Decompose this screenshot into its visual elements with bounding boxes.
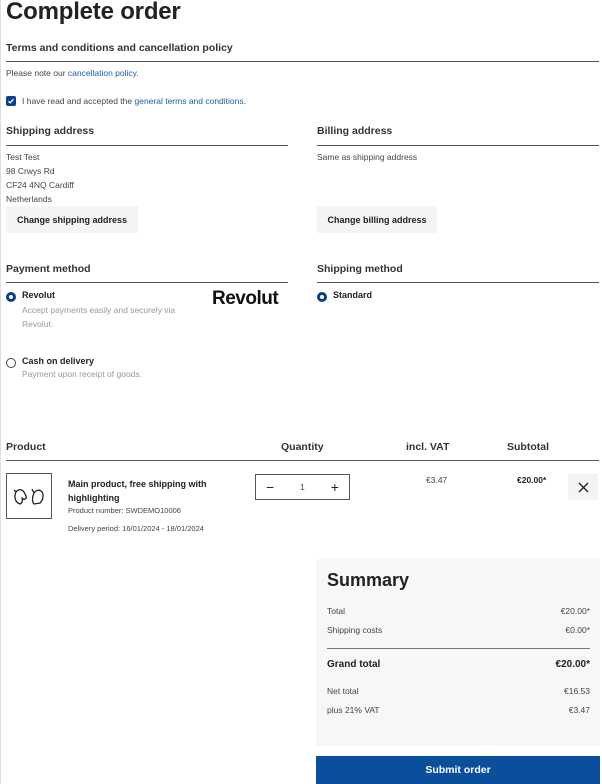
item-subtotal: €20.00* <box>517 475 547 485</box>
payment-method-rule <box>6 282 288 283</box>
shipping-address-line: CF24 4NQ Cardiff <box>6 180 74 190</box>
shipping-address-rule <box>6 145 288 146</box>
payment-option-label: Cash on delivery <box>22 356 95 366</box>
payment-option-label: Revolut <box>22 290 56 300</box>
close-icon <box>578 482 588 492</box>
billing-address-rule <box>317 145 599 146</box>
item-vat: €3.47 <box>426 475 448 485</box>
summary-grand-label: Grand total <box>327 659 381 670</box>
decrease-quantity-button[interactable]: − <box>266 479 274 495</box>
shipping-method-heading: Shipping method <box>317 263 403 275</box>
cart-header-rule <box>6 460 599 461</box>
product-number: Product number: SWDEMO10006 <box>68 506 181 515</box>
submit-order-button[interactable]: Submit order <box>316 756 600 784</box>
shipping-address-line: Test Test <box>6 152 40 162</box>
remove-item-button[interactable] <box>568 474 598 500</box>
shipping-option-label: Standard <box>333 290 373 300</box>
shipping-address-line: 98 Crwys Rd <box>6 166 55 176</box>
cart-header-quantity: Quantity <box>281 441 324 453</box>
summary-total-value: €20.00* <box>560 606 590 616</box>
terms-heading: Terms and conditions and cancellation po… <box>6 42 233 54</box>
billing-address-line: Same as shipping address <box>317 152 418 162</box>
cart-header-vat: incl. VAT <box>406 441 450 453</box>
summary-heading: Summary <box>327 570 410 590</box>
page-left-border <box>0 0 1 784</box>
payment-radio-cod[interactable] <box>6 358 16 368</box>
page-title: Complete order <box>6 0 181 25</box>
quantity-stepper[interactable]: − 1 + <box>255 474 350 500</box>
change-billing-address-button[interactable]: Change billing address <box>317 206 437 233</box>
increase-quantity-button[interactable]: + <box>331 479 339 495</box>
summary-total-label: Total <box>327 606 345 616</box>
terms-rule <box>6 61 599 62</box>
check-icon <box>8 98 14 104</box>
shipping-option-standard[interactable]: Standard <box>317 290 517 304</box>
delivery-period: Delivery period: 16/01/2024 - 18/01/2024 <box>68 524 204 533</box>
terms-checkbox-row[interactable]: I have read and accepted the general ter… <box>6 94 246 108</box>
summary-shipping-value: €0.00* <box>565 625 590 635</box>
product-thumbnail[interactable] <box>6 473 52 519</box>
payment-radio-revolut[interactable] <box>6 292 16 302</box>
summary-net-value: €16.53 <box>564 686 590 696</box>
quantity-value[interactable]: 1 <box>300 482 305 492</box>
summary-box: Summary Total €20.00* Shipping costs €0.… <box>316 559 600 746</box>
payment-method-heading: Payment method <box>6 263 91 275</box>
terms-note: Please note our cancellation policy. <box>6 68 139 78</box>
product-name[interactable]: Main product, free shipping with highlig… <box>68 477 228 505</box>
summary-vat-label: plus 21% VAT <box>327 705 380 715</box>
shipping-radio-standard[interactable] <box>317 292 327 302</box>
terms-checkbox[interactable] <box>6 96 16 106</box>
payment-option-description: Payment upon receipt of goods. <box>22 369 143 379</box>
shipping-address-block: Test Test 98 Crwys Rd CF24 4NQ Cardiff N… <box>6 150 74 206</box>
summary-vat-value: €3.47 <box>568 705 590 715</box>
shipping-address-heading: Shipping address <box>6 125 95 137</box>
terms-checkbox-label: I have read and accepted the general ter… <box>22 96 247 106</box>
summary-rule <box>327 648 590 649</box>
mittens-icon <box>13 488 44 505</box>
shipping-address-line: Netherlands <box>6 194 52 204</box>
cancellation-policy-link[interactable]: cancellation policy <box>68 68 136 78</box>
general-terms-link[interactable]: general terms and conditions <box>134 96 243 106</box>
billing-address-heading: Billing address <box>317 125 393 137</box>
revolut-logo: Revolut <box>212 288 279 309</box>
cart-header-subtotal: Subtotal <box>507 441 549 453</box>
payment-option-description: Accept payments easily and securely via … <box>22 305 176 329</box>
summary-shipping-label: Shipping costs <box>327 625 383 635</box>
summary-grand-value: €20.00* <box>555 659 590 670</box>
cart-header-product: Product <box>6 441 46 453</box>
summary-net-label: Net total <box>327 686 359 696</box>
change-shipping-address-button[interactable]: Change shipping address <box>6 206 138 233</box>
shipping-method-rule <box>317 282 599 283</box>
